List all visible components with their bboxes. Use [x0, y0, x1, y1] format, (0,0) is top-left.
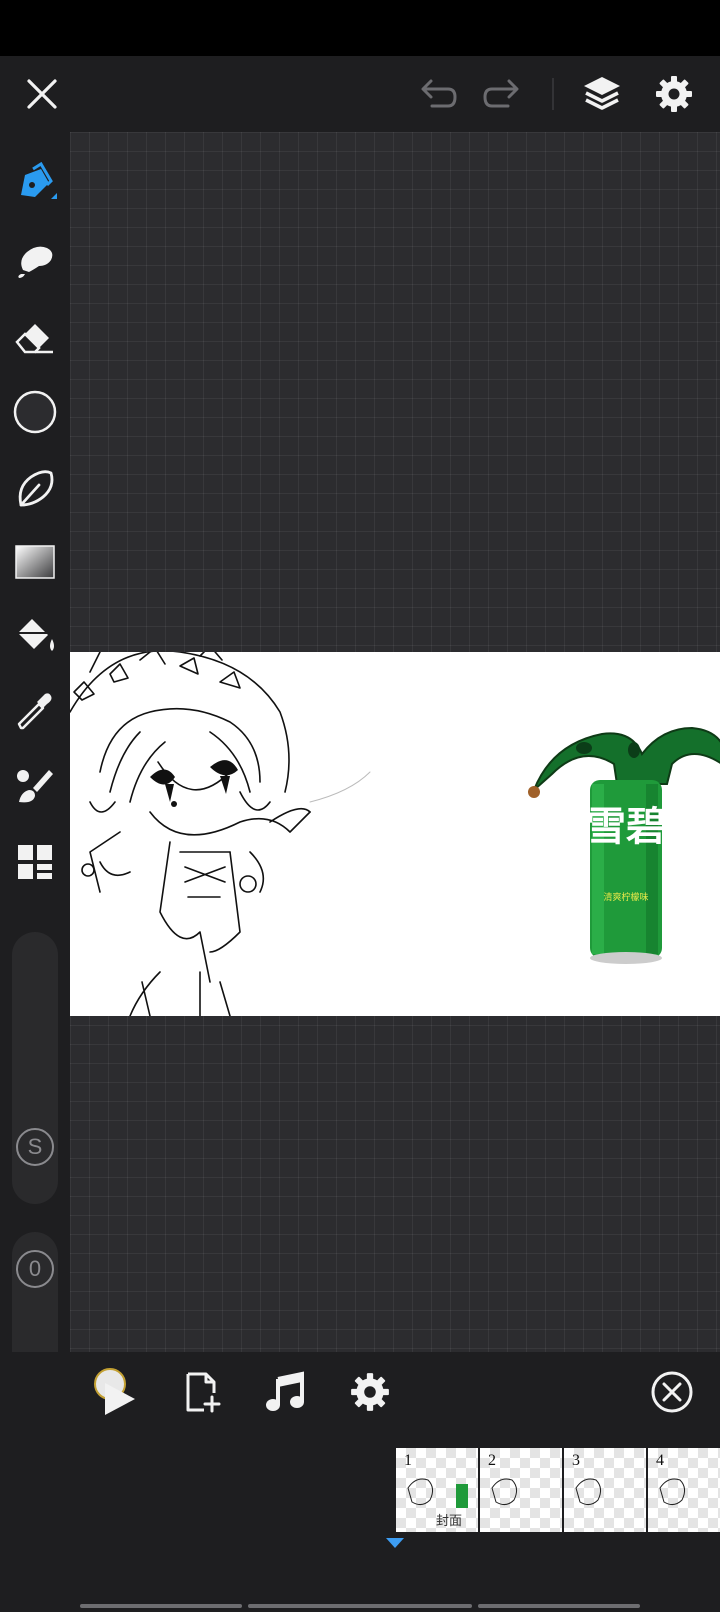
brush-icon — [17, 770, 53, 803]
lasso-icon — [18, 470, 54, 507]
frame-thumbnail[interactable]: 2 — [480, 1448, 564, 1532]
play-icon — [94, 1368, 135, 1415]
grid-icon — [18, 845, 52, 879]
close-circle-icon — [651, 1371, 693, 1413]
frame-sketch — [575, 1478, 602, 1506]
brush-settings-tool[interactable] — [0, 754, 70, 818]
layers-button[interactable] — [574, 56, 630, 132]
undo-icon — [421, 79, 457, 108]
frame-thumbnail[interactable]: 1 封面 — [396, 1448, 480, 1532]
gradient-tool[interactable] — [0, 530, 70, 594]
scrollbar-segment — [248, 1604, 472, 1608]
gear-icon — [351, 1373, 389, 1411]
add-frame-button[interactable] — [174, 1368, 230, 1416]
eraser-icon — [15, 324, 53, 354]
pen-icon — [21, 161, 57, 199]
layers-icon — [584, 77, 620, 110]
current-frame-marker — [386, 1538, 404, 1548]
music-button[interactable] — [258, 1368, 314, 1416]
frame-strip[interactable]: 1 封面 2 3 4 — [396, 1448, 720, 1532]
lasso-tool[interactable] — [0, 456, 70, 520]
more-tools-button[interactable] — [0, 830, 70, 894]
music-icon — [266, 1371, 304, 1411]
toolbar-divider — [552, 78, 554, 110]
drawing-canvas[interactable]: 雪碧 清爽柠檬味 — [70, 652, 720, 1016]
gear-icon — [656, 76, 692, 112]
paint-bucket-icon — [16, 619, 54, 651]
pen-tool[interactable] — [0, 152, 70, 216]
brush-size-label: S — [16, 1128, 54, 1166]
settings-button[interactable] — [646, 56, 702, 132]
frame-sketch — [491, 1478, 518, 1506]
opacity-knob[interactable]: 0 — [14, 1248, 56, 1290]
undo-button[interactable] — [410, 56, 466, 132]
smudge-tool[interactable] — [0, 228, 70, 292]
eraser-tool[interactable] — [0, 304, 70, 368]
close-animation-button[interactable] — [644, 1368, 700, 1416]
opacity-label: 0 — [16, 1250, 54, 1288]
close-button[interactable] — [14, 56, 70, 132]
left-toolbar: S 0 — [0, 132, 70, 1500]
smudge-icon — [18, 246, 53, 278]
redo-button[interactable] — [474, 56, 530, 132]
animation-settings-button[interactable] — [342, 1368, 398, 1416]
bottle-illustration: 雪碧 清爽柠檬味 — [528, 726, 720, 964]
eyedropper-tool[interactable] — [0, 680, 70, 744]
bottle-brand-text: 雪碧 — [586, 804, 666, 850]
fill-tool[interactable] — [0, 604, 70, 668]
frame-sketch — [659, 1478, 686, 1506]
eyedropper-icon — [17, 693, 52, 730]
frame-thumbnail[interactable]: 4 — [648, 1448, 720, 1532]
color-picker-button[interactable] — [0, 380, 70, 444]
scrollbar-segment — [478, 1604, 640, 1608]
top-toolbar — [0, 56, 720, 132]
close-icon — [27, 79, 57, 109]
redo-icon — [483, 79, 519, 108]
play-button[interactable] — [90, 1368, 146, 1416]
frame-caption: 封面 — [436, 1514, 463, 1529]
bottle-sub-text: 清爽柠檬味 — [603, 891, 648, 903]
color-circle-icon — [13, 390, 57, 434]
scrollbar-segment — [80, 1604, 242, 1608]
add-frame-icon — [186, 1372, 221, 1413]
gradient-icon — [15, 545, 55, 579]
brush-size-knob[interactable]: S — [14, 1126, 56, 1168]
status-bar — [0, 0, 720, 56]
frame-thumbnail[interactable]: 3 — [564, 1448, 648, 1532]
